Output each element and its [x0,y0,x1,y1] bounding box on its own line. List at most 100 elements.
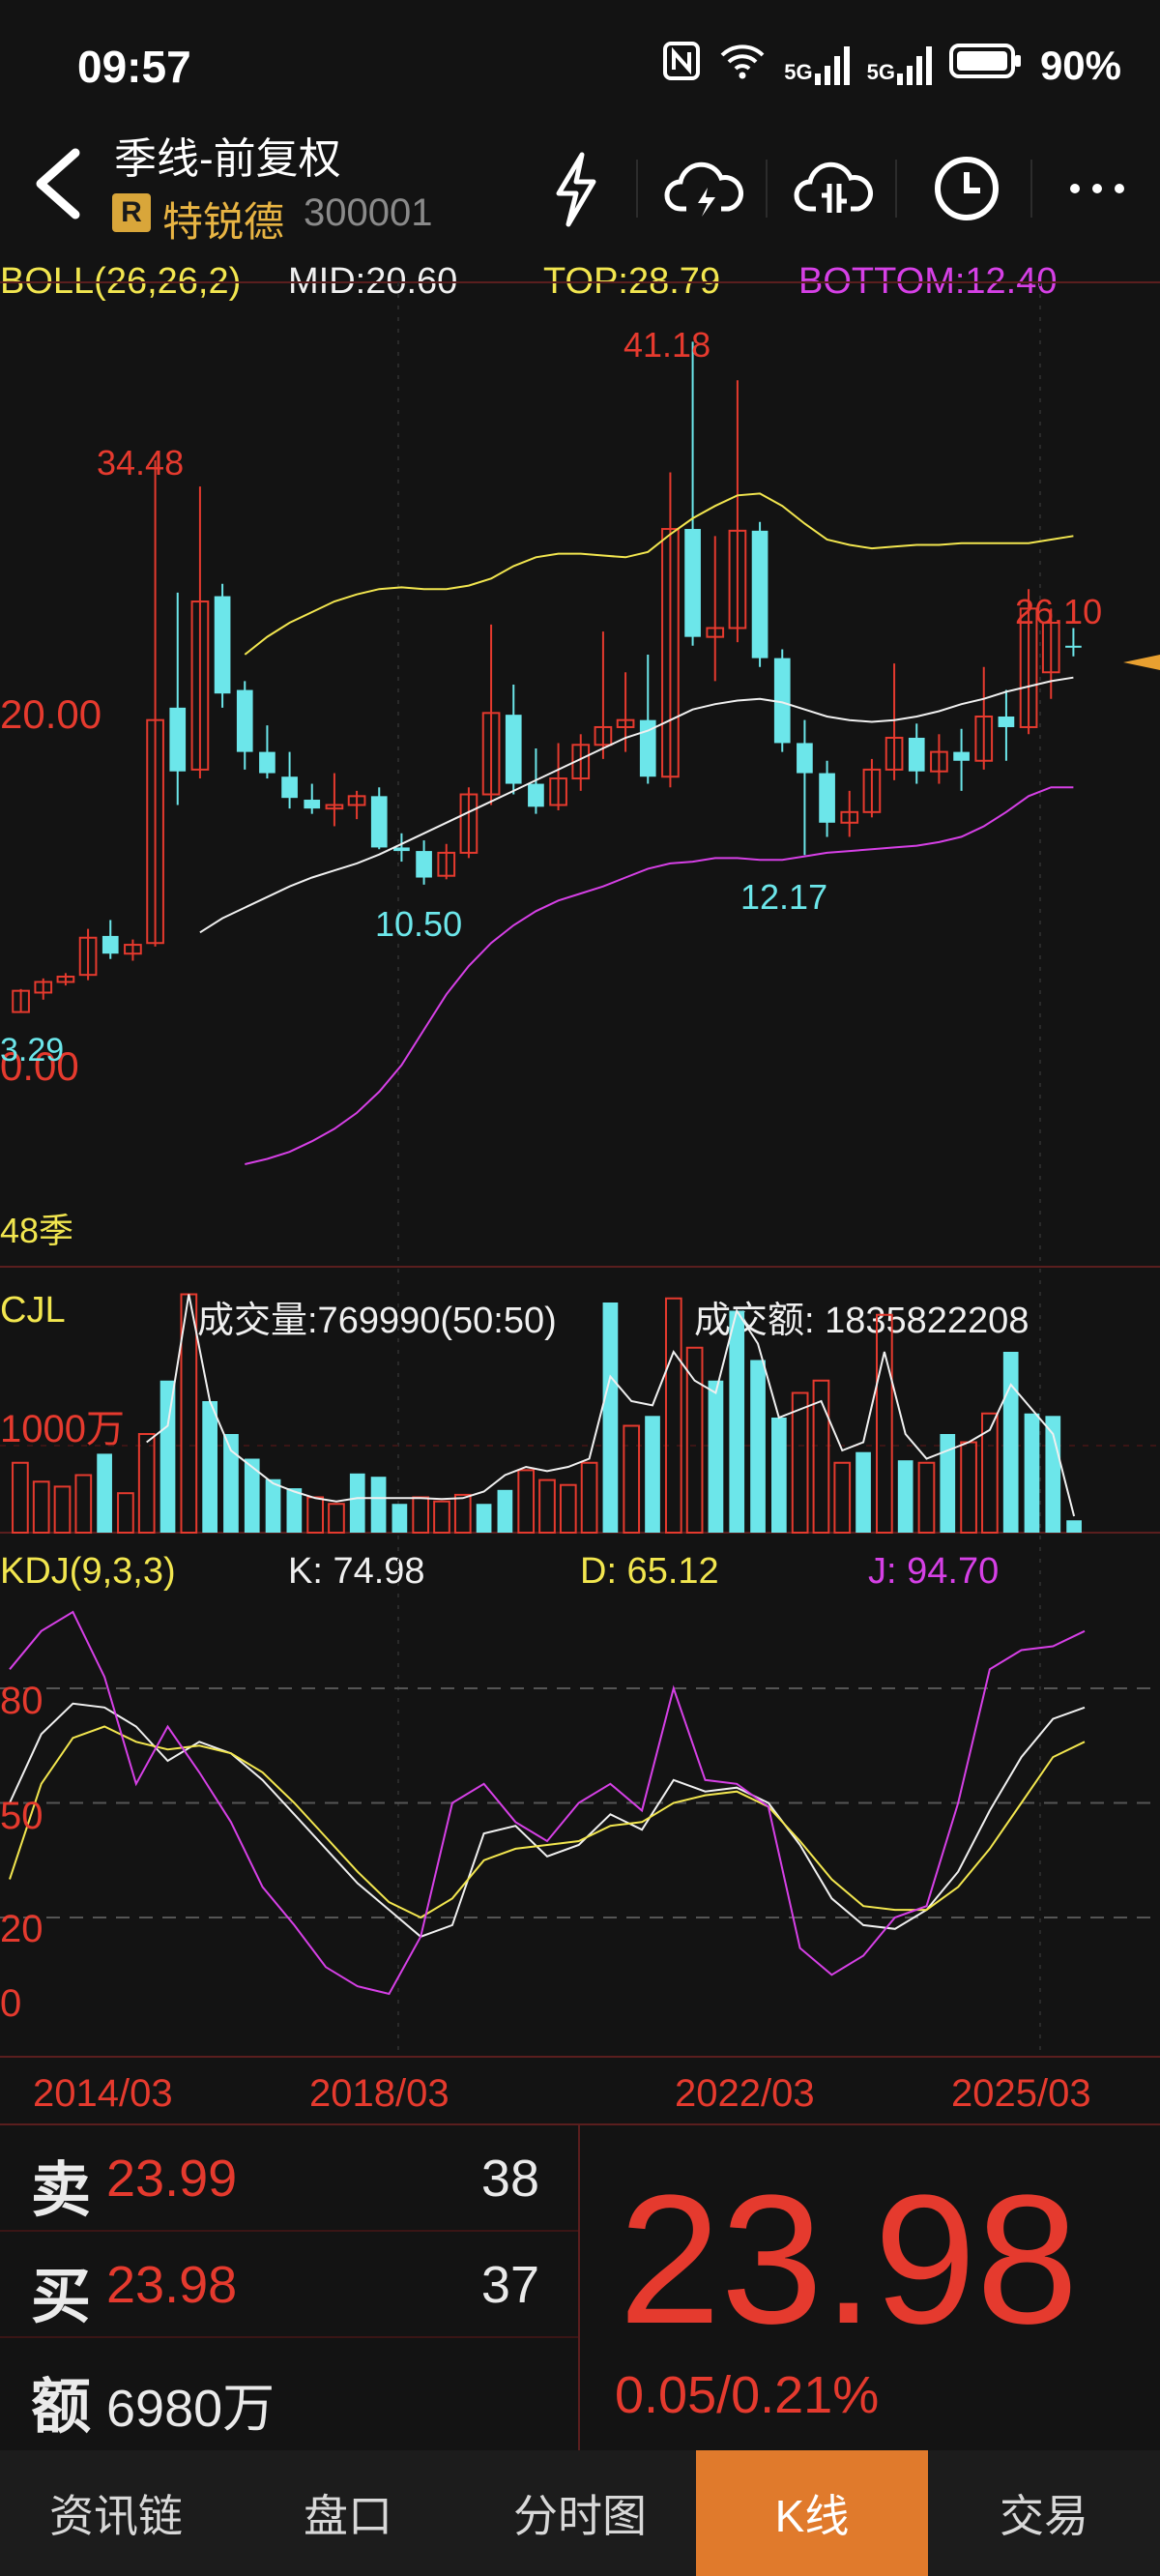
kdj-chart[interactable] [0,1610,1160,1996]
candle-body [953,751,970,761]
volume-bar [559,1483,577,1534]
volume-bar [791,1391,809,1534]
volume-bar [117,1492,134,1534]
volume-bar [1002,1352,1019,1533]
annotation-low-1: 10.50 [375,904,462,944]
candle-body [370,796,388,848]
wifi-icon [718,42,767,90]
x-axis-label-2018: 2018/03 [309,2072,450,2115]
candle-body [797,743,813,774]
volume-bar [476,1504,492,1533]
lightning-button[interactable] [532,145,619,232]
candle-body [998,717,1015,727]
volume-bar [917,1461,936,1534]
buy-volume: 37 [480,2256,539,2314]
candle-body [819,773,835,823]
candle-body [393,847,410,852]
buy-row[interactable]: 买 23.98 37 [0,2232,578,2338]
volume-bar [538,1478,556,1534]
clock-icon [935,157,999,220]
volume-bar [160,1380,176,1533]
buy-price: 23.98 [106,2256,238,2314]
kdj-y-label-50: 50 [0,1795,44,1837]
candle-body [528,783,544,807]
r-badge: R [112,193,151,232]
status-time: 09:57 [77,42,191,92]
volume-bar [833,1461,852,1534]
back-button[interactable] [27,145,85,235]
kdj-k-line [9,1702,1086,1938]
sell-price: 23.99 [106,2150,238,2208]
amount-total: 6980万 [106,2380,276,2438]
stock-name: 特锐德 [162,199,285,245]
volume-bar [497,1489,513,1533]
page-title: 季线-前复权 [114,135,341,183]
volume-bar [856,1451,871,1533]
annotation-high-1: 34.48 [97,443,184,483]
cloud-split-button[interactable] [791,145,878,232]
history-button[interactable] [923,145,1010,232]
candle-body [908,737,925,772]
volume-bar [137,1433,156,1534]
boll-top-line [244,492,1074,656]
x-axis-label-2025: 2025/03 [951,2072,1091,2115]
volume-bar [433,1500,450,1534]
status-bar: 09:57 5G 5G 90% [0,0,1160,135]
sell-row[interactable]: 卖 23.99 38 [0,2125,578,2232]
cloud-lightning-icon [664,161,743,217]
candle-body [304,800,321,809]
amount-row: 额 6980万 [0,2338,578,2450]
volume-bar [645,1416,660,1533]
tab-trade[interactable]: 交易 [928,2450,1160,2576]
price-change: 0.05/0.21% [615,2366,880,2424]
battery-level: 90% [1039,43,1121,88]
candle-body [169,707,187,772]
candle-body [505,715,522,784]
volume-bar [453,1493,472,1535]
network-label-2: 5G [866,60,895,84]
tab-kline[interactable]: K线 [696,2450,928,2576]
buy-label: 买 [31,2264,92,2330]
volume-bar [602,1303,619,1533]
volume-bar [306,1496,325,1534]
volume-bar [265,1478,281,1533]
volume-bar [1024,1413,1040,1533]
volume-bar [897,1460,914,1533]
x-axis-label-2022: 2022/03 [675,2072,815,2115]
annotation-last-high: 26.10 [1015,592,1102,631]
tab-intraday[interactable]: 分时图 [464,2450,696,2576]
volume-bar [202,1401,218,1533]
volume-bar [623,1424,641,1534]
more-button[interactable] [1054,145,1141,232]
signal-icon-1: 5G [784,46,850,85]
cloud-lightning-button[interactable] [661,145,748,232]
tab-order-book[interactable]: 盘口 [232,2450,464,2576]
volume-bar [32,1480,50,1535]
volume-bar [664,1297,682,1534]
volume-bar [685,1346,704,1534]
status-icons: 5G 5G 90% [662,41,1121,91]
candle-body [102,935,119,954]
kdj-y-label-80: 80 [0,1680,44,1722]
annotation-low-2: 12.17 [740,877,827,917]
volume-bar [349,1473,365,1533]
cloud-split-icon [794,161,873,213]
sell-label: 卖 [31,2157,92,2224]
volume-bar [97,1453,112,1533]
volume-chart[interactable] [12,1293,1082,1535]
more-icon [1070,184,1124,193]
chart-area[interactable]: 20.00 0.00 48季 34.48 41.18 10.50 12.17 2… [0,256,1160,2122]
boll-bottom-line [245,786,1074,1165]
chart-grid [0,281,1160,2058]
volume-bar [960,1441,977,1534]
volume-bar [53,1485,72,1535]
candle-body [236,689,253,752]
volume-bar [750,1360,766,1533]
volume-bar [392,1504,408,1533]
header-divider [636,160,638,218]
volume-bar [328,1503,345,1534]
sell-volume: 38 [480,2150,539,2208]
network-label-1: 5G [784,60,813,84]
tab-news-chain[interactable]: 资讯链 [0,2450,232,2576]
volume-bar [708,1380,724,1533]
